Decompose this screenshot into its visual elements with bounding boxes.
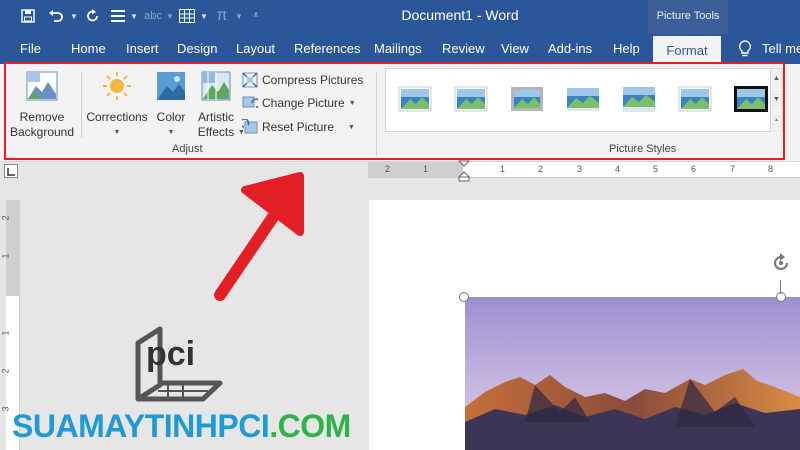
highlight-box [4,62,785,160]
tab-insert[interactable]: Insert [126,34,159,64]
tab-home[interactable]: Home [71,34,106,64]
watermark-text: SUAMAYTINHPCI.COM [12,408,351,445]
tab-view[interactable]: View [501,34,529,64]
ruler-number: 3 [577,164,583,174]
ruler-number: 7 [730,164,736,174]
redo-icon[interactable] [83,6,103,26]
watermark-text-part1: SUAMAYTINHPCI [12,408,270,444]
equation-icon[interactable]: π [212,6,232,26]
ruler-number: 4 [615,164,621,174]
spelling-dropdown-icon: ▼ [166,12,174,21]
vertical-ruler-number: 2 [0,368,11,374]
pci-logo-text: pci [146,335,195,373]
save-icon[interactable] [18,6,38,26]
list-icon[interactable] [108,6,128,26]
picture-tools-label: Picture Tools [648,0,728,34]
customize-icon[interactable]: ⩡ [253,10,259,21]
vertical-ruler-number: 1 [0,330,11,336]
ruler-number: 1 [500,164,506,174]
ruler-number: 2 [385,164,391,174]
rotation-handle-line [780,280,781,294]
tab-review[interactable]: Review [442,34,485,64]
tab-mailings[interactable]: Mailings [374,34,422,64]
indent-marker-icon[interactable] [457,160,471,187]
document-title: Document1 - Word [401,7,519,23]
tab-selector-icon[interactable] [4,164,18,178]
tab-format[interactable]: Format [653,34,721,64]
spelling-icon[interactable]: abc [142,6,164,26]
selected-picture[interactable] [465,297,800,450]
resize-handle-top-right[interactable] [776,292,786,302]
vertical-ruler-margin [6,200,20,296]
tab-references[interactable]: References [294,34,360,64]
pci-logo: pci [128,325,228,420]
undo-icon[interactable] [46,6,66,26]
ruler-number: 8 [768,164,774,174]
list-dropdown-icon[interactable]: ▼ [130,12,138,21]
vertical-ruler-number: 3 [0,406,11,412]
tab-layout[interactable]: Layout [236,34,275,64]
vertical-ruler-number: 2 [0,215,11,221]
ruler-margin-numbers: 2 1 [368,162,463,178]
ruler-number: 1 [423,164,429,174]
tab-add-ins[interactable]: Add-ins [548,34,592,64]
tab-help[interactable]: Help [613,34,640,64]
ruler-number: 5 [653,164,659,174]
table-icon[interactable] [177,6,197,26]
rotate-icon[interactable] [770,252,792,279]
tell-me-search[interactable]: Tell me [762,34,800,64]
vertical-ruler-number: 1 [0,253,11,259]
resize-handle-top-left[interactable] [459,292,469,302]
tab-file[interactable]: File [20,34,41,64]
ruler-number: 6 [691,164,697,174]
table-dropdown-icon[interactable]: ▼ [200,12,208,21]
equation-dropdown-icon: ▼ [235,12,243,21]
lightbulb-icon[interactable] [738,34,752,64]
undo-dropdown-icon[interactable]: ▼ [70,12,78,21]
watermark-text-part2: .COM [269,408,351,444]
tab-design[interactable]: Design [177,34,217,64]
ruler-number: 2 [538,164,544,174]
title-bar: ▼ ▼ abc ▼ ▼ π ▼ ⩡ Document1 - Word Pictu… [0,0,800,34]
red-arrow-annotation [200,170,330,315]
